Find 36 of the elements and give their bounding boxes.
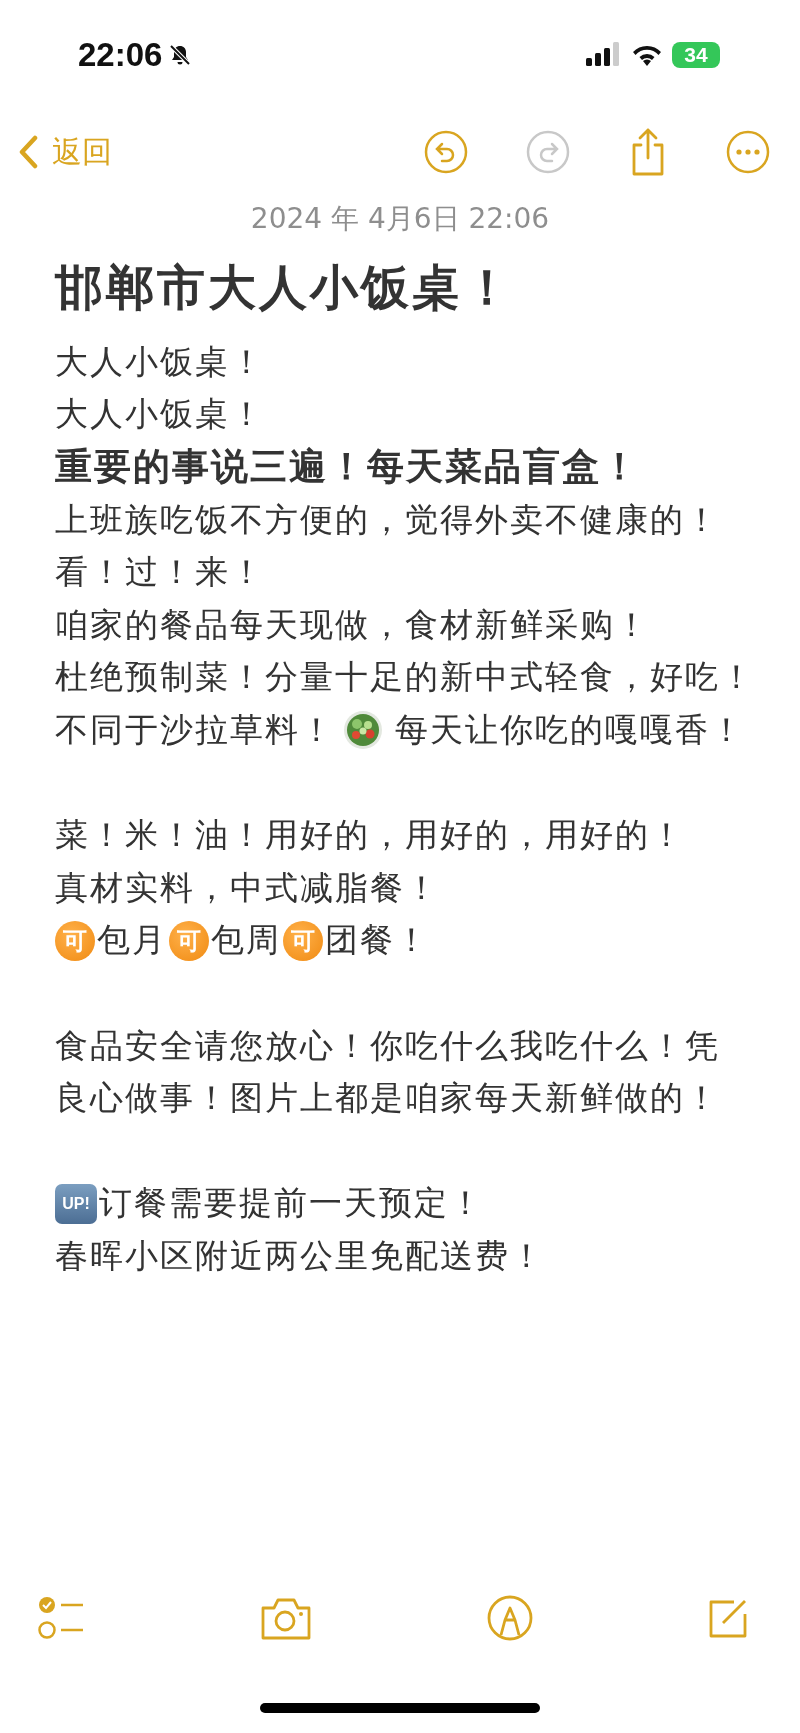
more-button[interactable] — [726, 130, 770, 174]
note-text: 咱家的餐品每天现做，食材新鲜采购！ — [55, 603, 650, 646]
battery-icon: 34 — [672, 42, 720, 68]
note-text: 每天让你吃的嘎嘎香！ — [395, 708, 745, 751]
wifi-icon — [632, 44, 662, 66]
note-text: 大人小饭桌！ — [55, 393, 265, 436]
note-text: 春晖小区附近两公里免配送费！ — [55, 1234, 545, 1277]
note-text: 订餐需要提前一天预定！ — [99, 1182, 484, 1225]
status-time: 22:06 — [78, 36, 163, 74]
checklist-icon[interactable] — [38, 1595, 86, 1641]
markup-icon[interactable] — [486, 1595, 533, 1641]
note-text: 团餐！ — [325, 919, 430, 962]
note-text: 食品安全请您放心！你吃什么我吃什么！凭 — [55, 1024, 720, 1067]
up-badge: UP! — [55, 1183, 97, 1224]
note-text: 包周 — [211, 919, 281, 962]
undo-button[interactable] — [424, 130, 468, 174]
note-text: 看！过！来！ — [55, 551, 265, 594]
emoji-badge: 可 — [169, 920, 209, 961]
note-title: 邯郸市大人小饭桌！ — [53, 258, 515, 317]
note-heading: 重要的事说三遍！每天菜品盲盒！ — [55, 444, 640, 491]
back-chevron-icon[interactable] — [18, 135, 38, 169]
note-text: 菜！米！油！用好的，用好的，用好的！ — [55, 814, 685, 857]
note-text: 良心做事！图片上都是咱家每天新鲜做的！ — [55, 1077, 720, 1120]
note-date: 2024 年 4月6日 22:06 — [249, 201, 551, 237]
signal-icon — [586, 42, 622, 68]
back-button[interactable]: 返回 — [18, 131, 112, 173]
note-text: 上班族吃饭不方便的，觉得外卖不健康的！ — [55, 498, 720, 541]
salad-icon — [343, 710, 383, 751]
emoji-badge: 可 — [55, 920, 95, 961]
note-text: 不同于沙拉草料！ — [55, 708, 335, 751]
note-text: 杜绝预制菜！分量十足的新中式轻食，好吃！ — [55, 656, 755, 699]
note-text: 大人小饭桌！ — [55, 340, 265, 383]
note-text: 真材实料，中式减脂餐！ — [55, 866, 440, 909]
emoji-badge: 可 — [283, 920, 323, 961]
note-text: 包月 — [97, 919, 167, 962]
bell-slash-icon — [168, 43, 193, 67]
